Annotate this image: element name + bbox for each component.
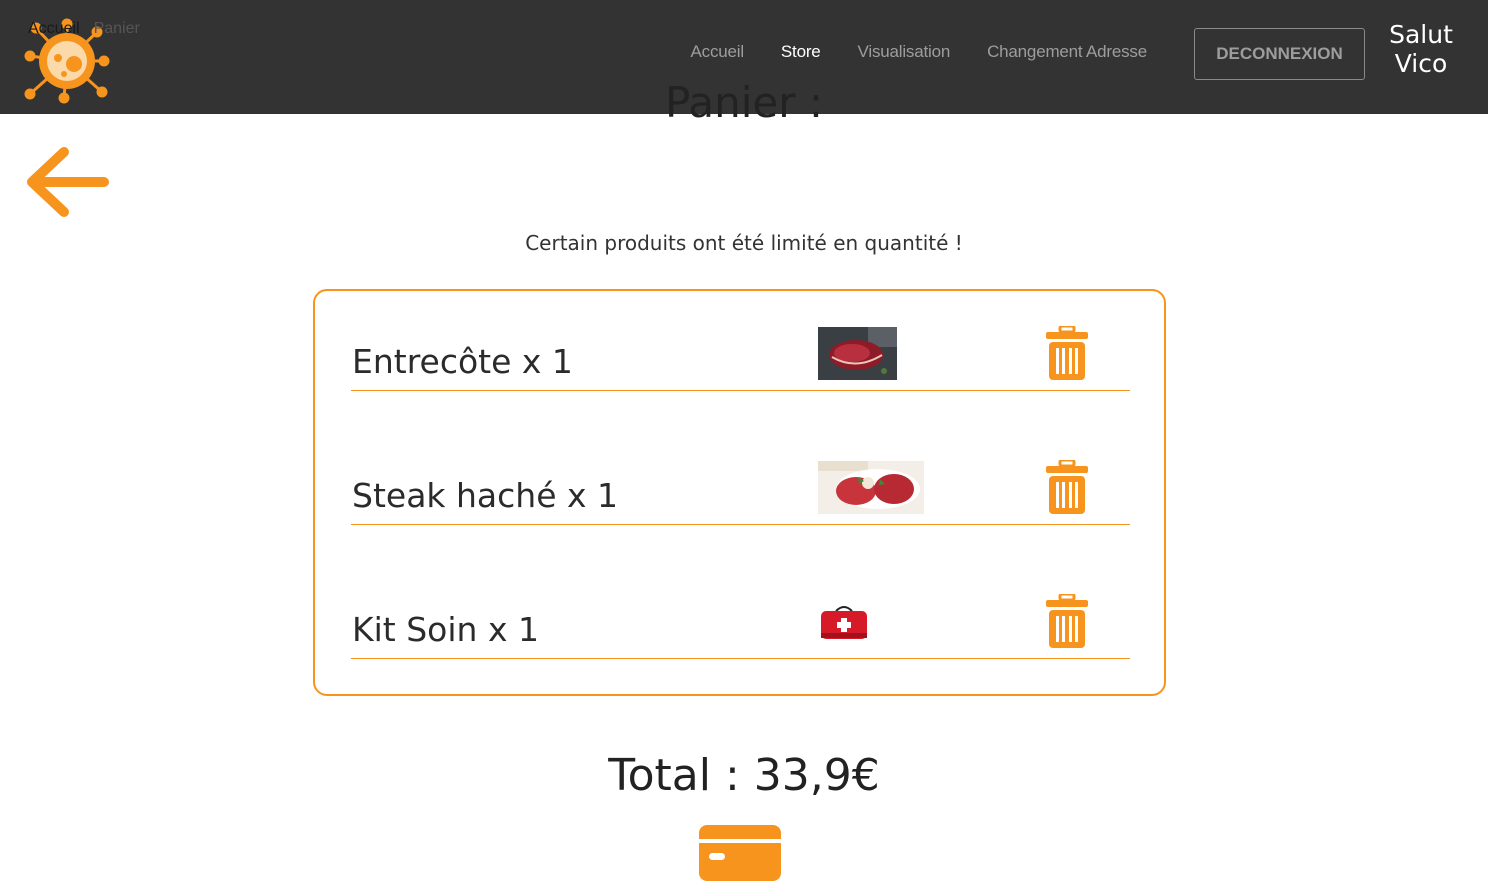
greeting-username: Vico <box>1394 49 1448 78</box>
greeting-line-1: Salut <box>1389 20 1453 49</box>
logout-button[interactable]: DECONNEXION <box>1194 28 1365 80</box>
steak-photo <box>818 327 897 380</box>
quantity-limit-notice: Certain produits ont été limité en quant… <box>525 231 963 255</box>
row-divider <box>351 390 1130 391</box>
credit-card-icon[interactable] <box>699 825 781 881</box>
row-divider <box>351 524 1130 525</box>
breadcrumb-current: Panier <box>93 20 140 37</box>
breadcrumb-home[interactable]: Accueil <box>28 20 80 38</box>
trash-icon[interactable] <box>1046 460 1088 514</box>
nav-link-accueil[interactable]: Accueil <box>672 42 762 62</box>
arrow-left-icon[interactable] <box>24 146 110 218</box>
nav-link-changement-adresse[interactable]: Changement Adresse <box>969 42 1166 62</box>
cart-item-label: Kit Soin x 1 <box>352 610 539 649</box>
cart-item-label: Steak haché x 1 <box>352 476 619 515</box>
cart-item-row: Steak haché x 1 <box>351 425 1130 525</box>
nav-link-visualisation[interactable]: Visualisation <box>839 42 969 62</box>
nav-link-store[interactable]: Store <box>762 42 839 62</box>
cart-item-row: Entrecôte x 1 <box>351 291 1130 391</box>
minced-steak-photo <box>818 461 924 514</box>
breadcrumb: Accueil Panier <box>28 20 140 38</box>
cart-item-row: Kit Soin x 1 <box>351 559 1130 659</box>
cart-total: Total : 33,9€ <box>608 750 880 801</box>
trash-icon[interactable] <box>1046 594 1088 648</box>
first-aid-kit-photo <box>818 603 870 643</box>
cart-list: Entrecôte x 1 Steak haché x 1 Kit Soin x… <box>313 289 1166 696</box>
cart-item-label: Entrecôte x 1 <box>352 342 573 381</box>
user-greeting: Salut Vico <box>1380 20 1462 78</box>
row-divider <box>351 658 1130 659</box>
trash-icon[interactable] <box>1046 326 1088 380</box>
page-title: Panier : <box>664 78 824 127</box>
